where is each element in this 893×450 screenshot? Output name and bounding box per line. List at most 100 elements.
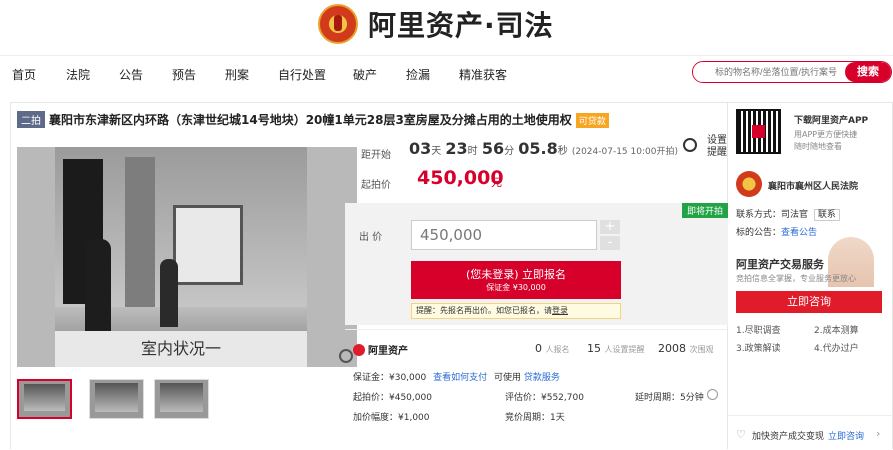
footer-text: 加快资产成交变现: [752, 432, 825, 442]
loan-text: 可使用: [493, 373, 521, 383]
main-photo[interactable]: 室内状况一: [17, 147, 357, 367]
thumbnail-1[interactable]: [17, 379, 72, 419]
enroll-button[interactable]: (您未登录) 立即报名 保证金 ¥30,000: [411, 261, 621, 299]
delay-period: 延时周期：5分钟: [635, 393, 704, 403]
nav-self-disposal[interactable]: 自行处置: [278, 66, 326, 83]
assess-price: 评估价：¥552,700: [505, 393, 584, 403]
main-nav: 首页 法院 公告 预告 刑案 自行处置 破产 捡漏 精准获客 搜索: [0, 56, 893, 90]
nav-announcement[interactable]: 公告: [119, 66, 143, 83]
countdown-label: 距开始: [361, 150, 391, 161]
enroll-count: 0: [535, 342, 542, 355]
round-badge: 二拍: [17, 111, 45, 128]
bid-label: 出 价: [359, 232, 383, 243]
thumbnail-image: [24, 384, 65, 411]
photo-caption: 室内状况一: [55, 331, 307, 367]
notice-label: 标的公告：: [736, 228, 782, 238]
consult-button[interactable]: 立即咨询: [736, 291, 882, 313]
enroll-label: (您未登录) 立即报名: [465, 268, 567, 281]
brand-title: 阿里资产·司法: [368, 9, 554, 42]
price-unit: 元: [491, 176, 502, 189]
start-price-label: 起拍价: [361, 180, 391, 191]
person-figure: [160, 259, 178, 327]
nav-bankruptcy[interactable]: 破产: [353, 66, 377, 83]
chevron-right-icon[interactable]: ›: [876, 427, 880, 440]
sidebar-footer: ♡ 加快资产成交变现 立即咨询 ›: [728, 415, 893, 450]
unit: 分: [504, 146, 515, 157]
countdown-hours: 23: [445, 139, 468, 158]
login-hint: 提醒：先报名再出价。如您已报名，请登录: [411, 303, 621, 319]
nav-court[interactable]: 法院: [66, 66, 90, 83]
brand-logo[interactable]: 阿里资产·司法: [318, 4, 554, 44]
wall-pillar: [125, 157, 155, 317]
bid-increment: 加价幅度：¥1,000: [353, 413, 430, 423]
clock-icon: [683, 138, 697, 152]
deposit-row: 保证金：¥30,000 查看如何支付 可使用 贷款服务: [353, 370, 560, 383]
nav-home[interactable]: 首页: [12, 66, 36, 83]
right-sidebar: 下载阿里资产APP 用APP更方便快捷 随时随地查看 襄阳市襄州区人民法院 联系…: [728, 102, 893, 449]
status-badge: 即将开拍: [681, 203, 728, 218]
footer-consult-link[interactable]: 立即咨询: [828, 429, 864, 442]
start-time: (2024-07-15 10:00开拍): [571, 147, 678, 157]
app-desc: 随时随地查看: [794, 142, 842, 151]
auction-main: 二拍 襄阳市东津新区内环路（东津世纪城14号地块）20幢1单元28层3室房屋及分摊…: [0, 102, 893, 449]
nav-bargain[interactable]: 捡漏: [406, 66, 430, 83]
service-item[interactable]: 3.政策解读: [736, 341, 781, 354]
decrease-button[interactable]: -: [600, 236, 620, 250]
search-box: 搜索: [692, 61, 892, 83]
notice-row: 标的公告：查看公告: [736, 225, 817, 238]
enroll-deposit: 保证金 ¥30,000: [486, 283, 546, 292]
bid-price-input[interactable]: 450,000: [411, 220, 597, 250]
service-item[interactable]: 4.代办过户: [814, 341, 859, 354]
search-input[interactable]: [693, 62, 843, 82]
increase-button[interactable]: +: [600, 220, 620, 234]
service-item[interactable]: 1.尽职调查: [736, 323, 781, 336]
countdown-seconds: 05.8: [518, 139, 558, 158]
unit: 秒: [557, 146, 568, 157]
remind-count: 15: [587, 342, 601, 355]
stats-counts: 0 人报名 15 人设置提醒 2008 次围观: [535, 342, 714, 355]
view-notice-link[interactable]: 查看公告: [781, 228, 817, 238]
nav-precise-leads[interactable]: 精准获客: [459, 66, 507, 83]
view-count: 2008: [658, 342, 686, 355]
stats-start-price: 起拍价：¥450,000: [353, 393, 432, 403]
loan-service-link[interactable]: 贷款服务: [524, 373, 560, 383]
app-desc: 用APP更方便快捷: [794, 130, 858, 139]
stats-logo: 阿里资产: [353, 342, 408, 357]
contact-button[interactable]: 联系: [813, 209, 840, 221]
auction-panel: 二拍 襄阳市东津新区内环路（东津世纪城14号地块）20幢1单元28层3室房屋及分摊…: [10, 102, 728, 449]
thumbnail-2[interactable]: [89, 379, 144, 419]
help-icon[interactable]: [707, 389, 718, 400]
heart-icon: ♡: [736, 428, 746, 441]
nav-criminal[interactable]: 刑案: [225, 66, 249, 83]
thumbnail-image: [95, 383, 138, 412]
auction-title: 襄阳市东津新区内环路（东津世纪城14号地块）20幢1单元28层3室房屋及分摊占用…: [49, 113, 572, 127]
hint-text: 提醒：先报名再出价。如您已报名，请: [416, 306, 552, 315]
app-download-title[interactable]: 下载阿里资产APP: [794, 113, 868, 126]
login-link[interactable]: 登录: [552, 306, 568, 315]
search-button[interactable]: 搜索: [845, 62, 891, 82]
view-count-label: 次围观: [689, 345, 714, 354]
how-to-pay-link[interactable]: 查看如何支付: [433, 373, 487, 383]
bid-period: 竞价周期：1天: [505, 413, 565, 423]
stats-logo-text: 阿里资产: [368, 346, 408, 357]
service-item[interactable]: 2.成本测算: [814, 323, 859, 336]
service-title: 阿里资产交易服务: [736, 258, 824, 271]
countdown: 03天 23时 56分 05.8秒 (2024-07-15 10:00开拍): [409, 139, 678, 158]
court-emblem-icon: [318, 4, 358, 44]
enroll-count-label: 人报名: [545, 345, 570, 354]
site-header: 阿里资产·司法: [0, 0, 893, 56]
court-name[interactable]: 襄阳市襄州区人民法院: [768, 179, 858, 192]
room-image: 室内状况一: [55, 147, 307, 367]
bid-panel: 即将开拍 出 价 450,000 + - (您未登录) 立即报名 保证金 ¥30…: [345, 203, 728, 325]
remind-count-label: 人设置提醒: [604, 345, 645, 354]
reminder-button[interactable]: 设置提醒: [683, 135, 727, 159]
contact-label: 联系方式：: [736, 210, 782, 220]
thumbnail-image: [160, 383, 203, 412]
countdown-days: 03: [409, 139, 432, 158]
auction-stats: 阿里资产 0 人报名 15 人设置提醒 2008 次围观 保证金：¥30,000…: [345, 329, 728, 450]
nav-preview[interactable]: 预告: [172, 66, 196, 83]
contact-name: 司法官: [781, 210, 809, 220]
loan-tag: 可贷款: [575, 113, 609, 128]
thumbnail-3[interactable]: [154, 379, 209, 419]
ali-logo-icon: [353, 344, 365, 356]
